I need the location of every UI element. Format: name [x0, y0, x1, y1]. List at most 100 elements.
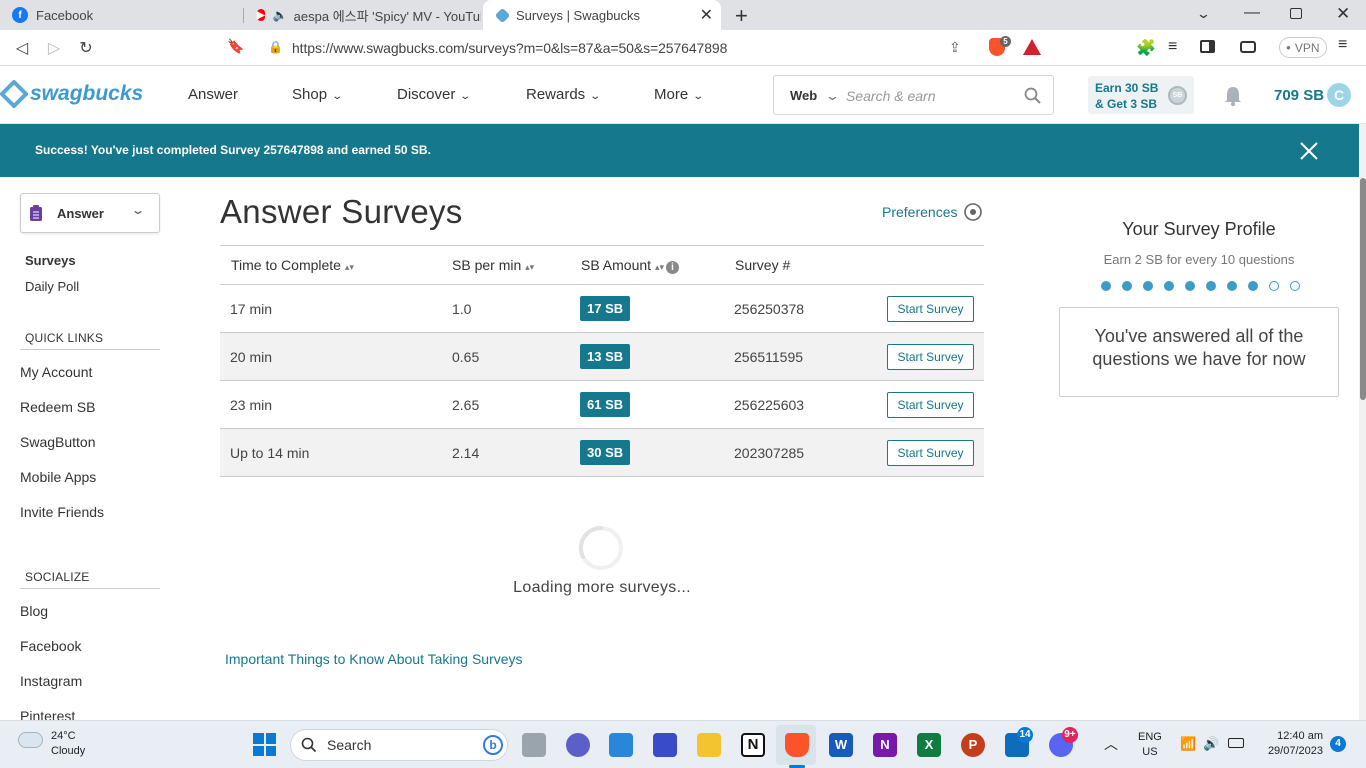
avatar[interactable]: C [1327, 83, 1351, 107]
new-tab-icon[interactable]: + [735, 3, 748, 29]
sidebar-link-invite-friends[interactable]: Invite Friends [20, 504, 104, 520]
word-icon[interactable]: W [829, 733, 853, 757]
forward-icon[interactable]: ▷ [44, 38, 64, 58]
sidebar-item-daily-poll[interactable]: Daily Poll [25, 279, 79, 294]
sidebar-link-blog[interactable]: Blog [20, 603, 48, 619]
sidebar-item-surveys[interactable]: Surveys [25, 253, 76, 268]
bell-icon[interactable] [1223, 85, 1243, 107]
clock-time: 12:40 am [1277, 730, 1323, 742]
chevron-up-icon[interactable]: ︿ [1104, 734, 1118, 754]
nav-shop[interactable]: Shop ⌄ [292, 86, 343, 103]
search-icon[interactable] [1024, 87, 1042, 105]
sidebar-link-mobile-apps[interactable]: Mobile Apps [20, 469, 96, 485]
clock-date: 29/07/2023 [1267, 745, 1323, 757]
progress-dot-filled [1248, 281, 1258, 291]
profile-title: Your Survey Profile [1122, 219, 1276, 239]
start-survey-button[interactable]: Start Survey [887, 296, 974, 322]
nav-more[interactable]: More ⌄ [654, 86, 704, 103]
divider [20, 349, 160, 350]
info-icon[interactable]: i [665, 261, 679, 274]
sidebar-link-instagram[interactable]: Instagram [20, 673, 82, 689]
start-survey-button[interactable]: Start Survey [887, 344, 974, 370]
minimize-icon[interactable]: — [1244, 4, 1260, 22]
close-icon[interactable] [1300, 142, 1318, 160]
brave-rewards-icon[interactable] [1023, 39, 1041, 55]
facebook-icon: f [12, 7, 28, 23]
tab-search-chevron-icon[interactable]: ⌄ [1196, 6, 1211, 22]
col-sb-amount[interactable]: SB Amount ▴▾ i [581, 257, 679, 274]
clock[interactable]: 12:40 am 29/07/2023 [1260, 729, 1323, 759]
url-text[interactable]: https://www.swagbucks.com/surveys?m=0&ls… [292, 40, 727, 56]
nav-discover[interactable]: Discover ⌄ [397, 86, 471, 103]
extensions-icon[interactable]: 🧩 [1136, 38, 1156, 58]
microsoft-store-icon[interactable] [609, 733, 633, 757]
vpn-button[interactable]: ● VPN [1279, 37, 1327, 58]
wifi-icon[interactable]: 📶 [1180, 736, 1196, 752]
divider [20, 588, 160, 589]
menu-icon[interactable]: ≡ [1338, 36, 1347, 54]
sb-balance[interactable]: 709 SB [1274, 87, 1324, 104]
battery-icon[interactable] [1228, 738, 1244, 748]
close-window-icon[interactable]: ✕ [1336, 4, 1350, 24]
notion-icon[interactable]: N [741, 733, 765, 757]
progress-dot-filled [1164, 281, 1174, 291]
search-scope-dropdown[interactable]: Web ⌄ [790, 88, 840, 104]
tab-facebook[interactable]: f Facebook [0, 0, 240, 30]
tab-swagbucks[interactable]: Surveys | Swagbucks ✕ [483, 0, 721, 30]
bing-icon[interactable]: b [483, 735, 503, 755]
progress-dot-filled [1122, 281, 1132, 291]
nav-answer[interactable]: Answer [188, 86, 238, 103]
speaker-icon[interactable]: 🔈 [273, 8, 288, 22]
col-sb-per-min[interactable]: SB per min ▴▾ [452, 257, 534, 273]
language-indicator[interactable]: ENG US [1138, 730, 1162, 760]
weather-widget[interactable]: 24°C Cloudy [51, 729, 85, 759]
tab-youtube[interactable]: ▶ 🔈 aespa 에스파 'Spicy' MV - YouTube [245, 0, 481, 30]
browser-tab-strip: f Facebook ▶ 🔈 aespa 에스파 'Spicy' MV - Yo… [0, 0, 1366, 30]
sidebar-link-redeem-sb[interactable]: Redeem SB [20, 399, 95, 415]
sidebar-link-swagbutton[interactable]: SwagButton [20, 434, 96, 450]
preferences-link[interactable]: Preferences [882, 202, 983, 222]
sidebar-toggle-icon[interactable] [1200, 40, 1215, 53]
start-survey-button[interactable]: Start Survey [887, 440, 974, 466]
vpn-label: VPN [1294, 40, 1320, 55]
col-time-to-complete[interactable]: Time to Complete ▴▾ [231, 257, 354, 273]
cell-survey-number: 202307285 [734, 445, 805, 461]
taskbar-search-box[interactable]: Search b [290, 729, 508, 761]
sidebar-link-my-account[interactable]: My Account [20, 364, 92, 380]
swagbucks-logo[interactable]: swagbucks [0, 80, 143, 108]
file-explorer-icon[interactable] [697, 733, 721, 757]
sidebar-link-facebook[interactable]: Facebook [20, 638, 81, 654]
search-input[interactable]: Search & earn [846, 88, 936, 104]
back-icon[interactable]: ◁ [12, 38, 32, 58]
nav-rewards[interactable]: Rewards ⌄ [526, 86, 601, 103]
windows-start-icon[interactable] [253, 733, 276, 756]
progress-dot-filled [1143, 281, 1153, 291]
page-scrollbar[interactable] [1359, 124, 1366, 720]
ms-vscode-like-icon[interactable] [653, 733, 677, 757]
progress-dot-empty [1290, 281, 1300, 291]
onenote-icon[interactable]: N [873, 733, 897, 757]
powerpoint-icon[interactable]: P [961, 733, 985, 757]
bookmark-icon[interactable]: 🔖 [226, 38, 246, 55]
chevron-down-icon: ⌄ [130, 203, 146, 217]
scrollbar-thumb[interactable] [1360, 178, 1366, 400]
cell-per-min: 2.65 [452, 397, 480, 413]
volume-icon[interactable]: 🔊 [1203, 736, 1219, 752]
task-view-icon[interactable] [522, 733, 546, 757]
notification-badge[interactable]: 4 [1330, 736, 1346, 752]
brave-browser-icon[interactable] [785, 733, 809, 757]
playlist-icon[interactable]: ≡ [1168, 38, 1177, 56]
reload-icon[interactable]: ↻ [76, 38, 96, 58]
share-icon[interactable]: ⇪ [949, 39, 961, 56]
address-bar[interactable]: 🔒 https://www.swagbucks.com/surveys?m=0&… [248, 34, 983, 62]
answer-dropdown[interactable]: Answer ⌄ [20, 193, 160, 233]
earn-referral-button[interactable]: Earn 30 SB & Get 3 SB SB [1088, 76, 1194, 114]
wallet-icon[interactable] [1240, 41, 1256, 53]
weather-cloud-icon[interactable] [18, 732, 43, 748]
maximize-icon[interactable] [1290, 8, 1302, 19]
teams-chat-icon[interactable] [566, 733, 590, 757]
important-things-link[interactable]: Important Things to Know About Taking Su… [225, 651, 523, 667]
excel-icon[interactable]: X [917, 733, 941, 757]
start-survey-button[interactable]: Start Survey [887, 392, 974, 418]
close-tab-icon[interactable]: ✕ [700, 5, 713, 25]
